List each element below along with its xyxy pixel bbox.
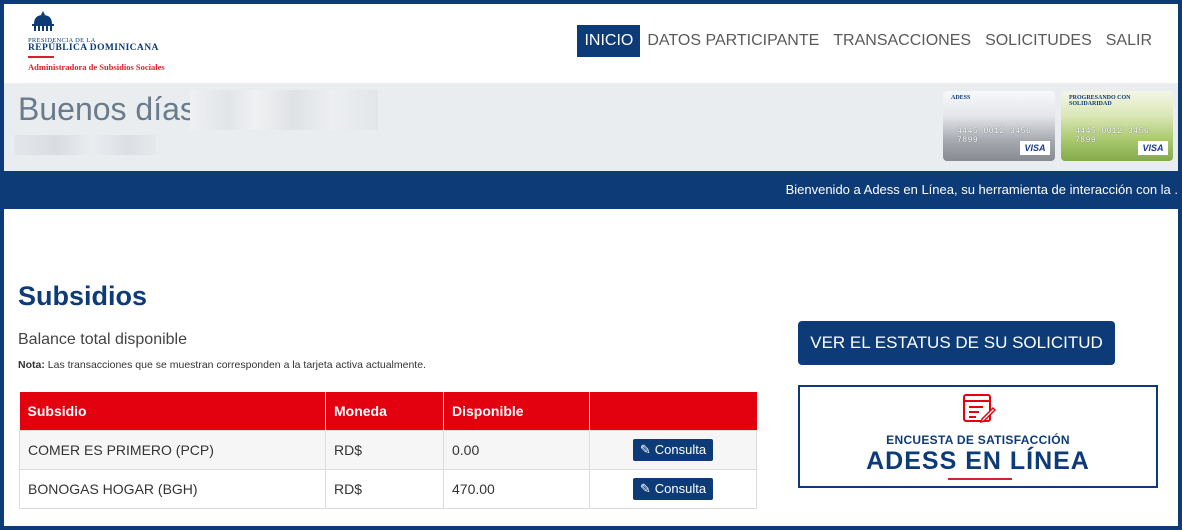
- main-nav: INICIO DATOS PARTICIPANTE TRANSACCIONES …: [577, 25, 1159, 57]
- table-header-row: Subsidio Moneda Disponible: [19, 392, 757, 430]
- visa-logo: VISA: [1138, 141, 1168, 155]
- survey-line1: ENCUESTA DE SATISFACCIÓN: [886, 433, 1070, 447]
- marquee-text: Bienvenido a Adess en Línea, su herramie…: [785, 182, 1178, 197]
- cell-disponible: 470.00: [443, 468, 590, 509]
- consulta-button[interactable]: ✎ Consulta: [632, 438, 714, 461]
- nav-transacciones[interactable]: TRANSACCIONES: [826, 25, 978, 57]
- nav-inicio[interactable]: INICIO: [577, 25, 641, 57]
- table-row: COMER ES PRIMERO (PCP) RD$ 0.00 ✎ Consult…: [19, 429, 757, 470]
- visa-logo: VISA: [1020, 141, 1050, 155]
- col-moneda: Moneda: [325, 392, 444, 430]
- view-status-button[interactable]: VER EL ESTATUS DE SU SOLICITUD: [798, 321, 1115, 365]
- nav-datos-participante[interactable]: DATOS PARTICIPANTE: [640, 25, 826, 57]
- consulta-label: Consulta: [654, 480, 707, 496]
- cell-subsidio: COMER ES PRIMERO (PCP): [19, 429, 326, 470]
- cell-subsidio: BONOGAS HOGAR (BGH): [19, 468, 326, 509]
- card-brand: PROGRESANDO CON SOLIDARIDAD: [1069, 95, 1131, 107]
- balance-label: Balance total disponible: [18, 331, 188, 348]
- survey-underline: [948, 478, 1012, 480]
- redacted-name: [190, 90, 378, 130]
- card-brand: ADESS: [951, 95, 971, 101]
- col-subsidio: Subsidio: [19, 392, 326, 430]
- cell-moneda: RD$: [325, 468, 444, 509]
- table-row: BONOGAS HOGAR (BGH) RD$ 470.00 ✎ Consulta: [19, 468, 757, 509]
- cell-action: ✎ Consulta: [589, 429, 757, 470]
- logo-line3: Administradora de Subsidios Sociales: [28, 62, 165, 72]
- cell-moneda: RD$: [325, 429, 444, 470]
- redacted-surname: [14, 135, 156, 155]
- page-title: Subsidios: [18, 281, 148, 311]
- welcome-marquee: Bienvenido a Adess en Línea, su herramie…: [4, 171, 1178, 209]
- logo-rule: [28, 56, 54, 58]
- page-frame: PRESIDENCIA DE LA REPÚBLICA DOMINICANA A…: [0, 0, 1182, 530]
- cell-action: ✎ Consulta: [589, 468, 757, 509]
- survey-line2: ADESS EN LÍNEA: [866, 447, 1090, 475]
- dome-emblem-icon: [32, 11, 54, 31]
- consulta-button[interactable]: ✎ Consulta: [632, 477, 714, 500]
- presidencia-logo[interactable]: PRESIDENCIA DE LA REPÚBLICA DOMINICANA A…: [26, 10, 176, 76]
- greeting-band: Buenos días, ADESS 4445 0012 3456 7899 V…: [4, 83, 1178, 171]
- greeting-text: Buenos días,: [18, 91, 205, 127]
- card-progresando: PROGRESANDO CON SOLIDARIDAD 4445 0012 34…: [1061, 91, 1173, 161]
- nav-solicitudes[interactable]: SOLICITUDES: [978, 25, 1099, 57]
- edit-icon: ✎: [639, 480, 651, 496]
- note-text: Las transacciones que se muestran corres…: [44, 359, 426, 371]
- subsidies-table: Subsidio Moneda Disponible COMER ES PRIM…: [19, 392, 757, 509]
- survey-banner[interactable]: ENCUESTA DE SATISFACCIÓN ADESS EN LÍNEA: [798, 385, 1158, 488]
- card-adess: ADESS 4445 0012 3456 7899 VISA: [943, 91, 1055, 161]
- header: PRESIDENCIA DE LA REPÚBLICA DOMINICANA A…: [4, 4, 1178, 83]
- col-disponible: Disponible: [443, 392, 590, 430]
- col-action: [589, 392, 757, 430]
- edit-icon: ✎: [639, 441, 651, 457]
- nav-salir[interactable]: SALIR: [1099, 25, 1159, 57]
- note: Nota: Las transacciones que se muestran …: [18, 359, 426, 371]
- survey-form-icon: [963, 394, 996, 424]
- note-label: Nota:: [18, 359, 45, 371]
- consulta-label: Consulta: [654, 441, 707, 457]
- logo-line2: REPÚBLICA DOMINICANA: [28, 43, 159, 53]
- cell-disponible: 0.00: [443, 429, 590, 470]
